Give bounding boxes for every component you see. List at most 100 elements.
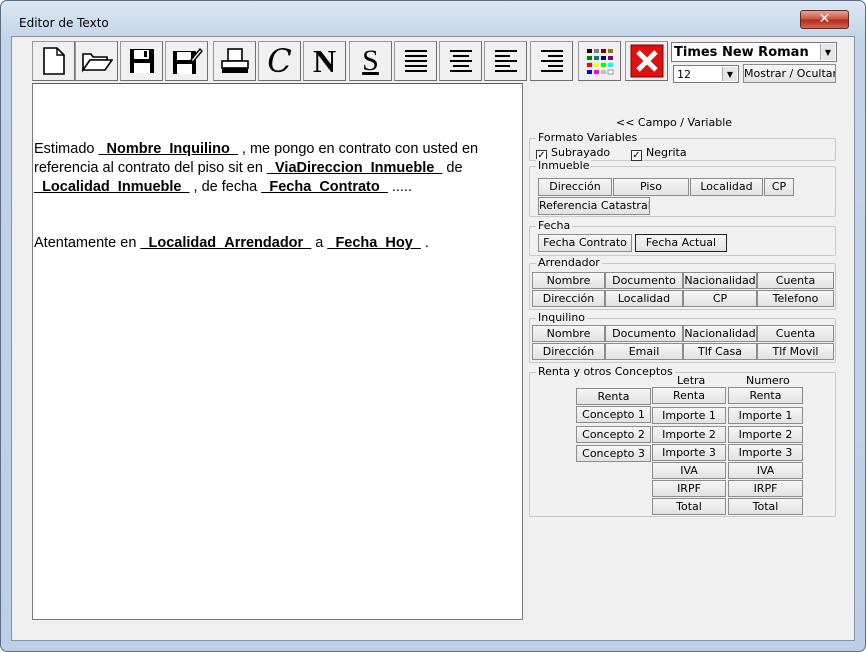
client-area: C N S Times New Roman ▼ 12 ▼ Mostrar / O… [11,36,855,641]
text-run: , de fecha [189,179,262,195]
letra-importe-3-button[interactable]: Importe 3 [652,444,726,461]
numero-importe-2-button[interactable]: Importe 2 [728,426,803,443]
open-folder-button[interactable] [75,41,118,81]
arrendador-cuenta-button[interactable]: Cuenta [757,272,834,289]
group-legend: Arrendador [536,256,602,269]
arrendador-nacionalidad-button[interactable]: Nacionalidad [683,272,757,289]
align-left-icon [494,50,517,72]
fecha-actual-button[interactable]: Fecha Actual [635,234,727,252]
save-as-button[interactable] [165,41,208,81]
print-button[interactable] [213,41,256,81]
group-legend: Fecha [536,219,573,232]
document-text[interactable]: Estimado _Nombre_Inquilino_ , me pongo e… [34,140,522,253]
concepto-3-button[interactable]: Concepto 3 [576,445,651,462]
inquilino-tlf-casa-button[interactable]: Tlf Casa [683,343,757,360]
text-run: de [442,160,463,176]
concepto-2-button[interactable]: Concepto 2 [576,426,651,443]
color-palette-icon [586,49,613,75]
font-size-value: 12 [677,68,691,81]
inmueble-direccion-button[interactable]: Dirección [538,178,612,196]
save-button[interactable] [120,41,163,81]
red-x-icon [630,44,663,78]
color-button[interactable] [578,41,621,81]
letra-header: Letra [677,374,706,387]
align-justify-icon [404,50,427,72]
align-right-button[interactable] [530,41,573,81]
inquilino-direccion-button[interactable]: Dirección [532,343,605,360]
align-center-button[interactable] [439,41,482,81]
inquilino-documento-button[interactable]: Documento [605,325,683,342]
text-run: Estimado [34,141,99,157]
align-left-button[interactable] [484,41,527,81]
exit-button[interactable] [625,41,668,81]
subrayado-label: Subrayado [551,146,611,159]
negrita-label: Negrita [646,146,687,159]
numero-importe-3-button[interactable]: Importe 3 [728,444,803,461]
window-close-button[interactable]: ✕ [800,10,849,29]
justify-button[interactable] [394,41,437,81]
fecha-contrato-button[interactable]: Fecha Contrato [538,234,632,252]
renta-group: Renta y otros Conceptos Letra Numero Ren… [529,365,836,517]
align-right-icon [540,50,563,72]
text-editor[interactable]: Estimado _Nombre_Inquilino_ , me pongo e… [32,83,523,620]
panel-header[interactable]: << Campo / Variable [616,116,732,129]
inmueble-referencia-button[interactable]: Referencia Catastral [538,197,650,215]
numero-renta-button[interactable]: Renta [728,387,803,404]
printer-icon [220,48,249,73]
chevron-down-icon[interactable]: ▼ [820,44,835,60]
letra-importe-2-button[interactable]: Importe 2 [652,426,726,443]
window-title: Editor de Texto [19,16,109,30]
inquilino-nacionalidad-button[interactable]: Nacionalidad [683,325,757,342]
group-legend: Formato Variables [536,131,640,144]
floppy-edit-icon [172,47,203,74]
letra-importe-1-button[interactable]: Importe 1 [652,407,726,424]
align-center-icon [449,50,472,72]
new-document-icon [42,47,65,75]
text-run: Atentamente en [34,235,141,251]
letra-iva-button[interactable]: IVA [652,462,726,479]
font-size-select[interactable]: 12 ▼ [673,65,739,83]
inmueble-localidad-button[interactable]: Localidad [690,178,763,196]
text-run: ..... [387,179,412,195]
new-document-button[interactable] [32,41,75,81]
formato-group: Formato Variables ✓ Subrayado ✓ Negrita [529,131,836,161]
bold-n-icon: N [312,43,337,79]
show-hide-button[interactable]: Mostrar / Ocultar [743,64,836,83]
inquilino-email-button[interactable]: Email [605,343,683,360]
inmueble-cp-button[interactable]: CP [764,178,794,196]
inmueble-piso-button[interactable]: Piso [613,178,689,196]
chevron-down-icon[interactable]: ▼ [722,67,737,81]
numero-irpf-button[interactable]: IRPF [728,480,803,497]
arrendador-direccion-button[interactable]: Dirección [532,290,605,307]
italic-button[interactable]: C [258,41,301,81]
letra-renta-button[interactable]: Renta [652,387,726,404]
variable-field: _Fecha_Contrato_ [261,179,388,195]
numero-iva-button[interactable]: IVA [728,462,803,479]
paragraph-2: Atentamente en _Localidad_Arrendador_ a … [34,234,522,253]
arrendador-cp-button[interactable]: CP [683,290,757,307]
numero-importe-1-button[interactable]: Importe 1 [728,407,803,424]
arrendador-documento-button[interactable]: Documento [605,272,683,289]
font-family-select[interactable]: Times New Roman ▼ [671,42,837,62]
group-legend: Renta y otros Conceptos [536,365,675,378]
letra-total-button[interactable]: Total [652,498,726,515]
italic-c-icon: C [267,42,292,80]
inquilino-nombre-button[interactable]: Nombre [532,325,605,342]
inquilino-tlf-movil-button[interactable]: Tlf Movil [757,343,834,360]
concepto-1-button[interactable]: Concepto 1 [576,406,651,423]
underline-button[interactable]: S [349,41,392,81]
negrita-checkbox[interactable]: ✓ Negrita [631,146,687,161]
numero-total-button[interactable]: Total [728,498,803,515]
letra-irpf-button[interactable]: IRPF [652,480,726,497]
arrendador-telefono-button[interactable]: Telefono [757,290,834,307]
renta-concepto-button[interactable]: Renta [576,388,651,405]
inquilino-cuenta-button[interactable]: Cuenta [757,325,834,342]
title-bar[interactable]: Editor de Texto ✕ [1,1,865,35]
inquilino-group: Inquilino Nombre Documento Nacionalidad … [529,311,836,363]
arrendador-localidad-button[interactable]: Localidad [605,290,683,307]
bold-button[interactable]: N [303,41,346,81]
underline-s-icon: S [362,44,379,77]
arrendador-nombre-button[interactable]: Nombre [532,272,605,289]
inmueble-group: Inmueble Dirección Piso Localidad CP Ref… [529,159,836,217]
